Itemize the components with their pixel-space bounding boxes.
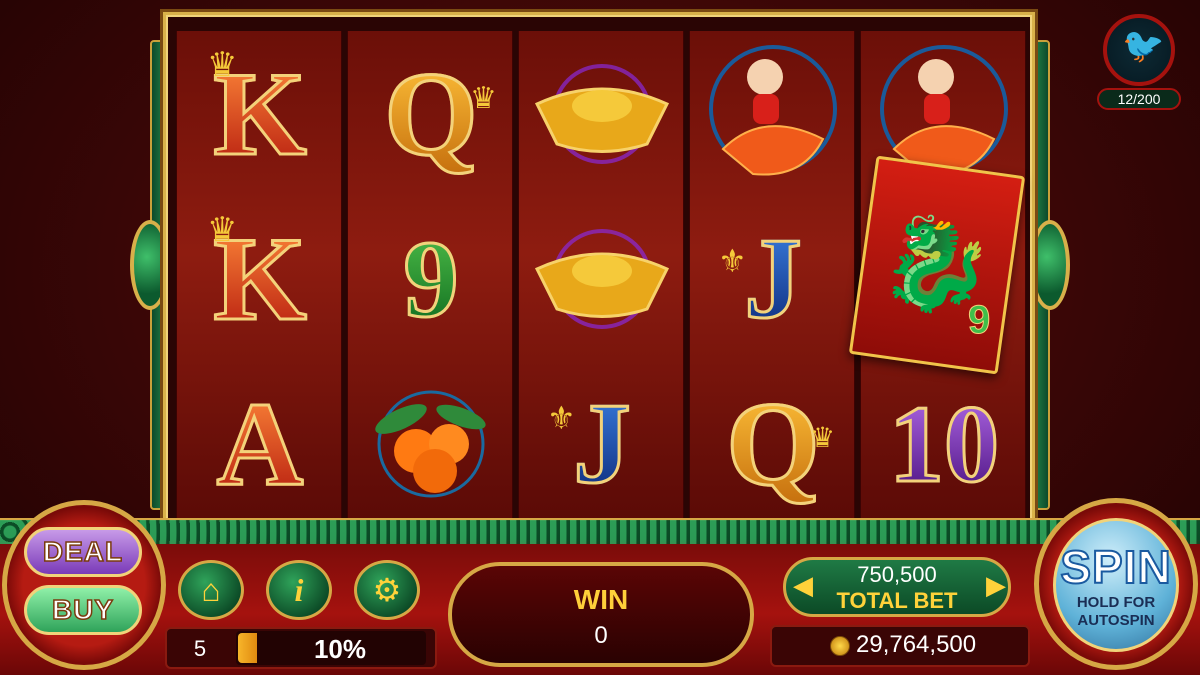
hummingbird-icon: 🐦 <box>1122 27 1165 65</box>
home-button[interactable]: ⌂ <box>178 560 244 620</box>
boy-on-koi-icon <box>709 44 837 176</box>
reel-2-symbol-3 <box>348 361 514 526</box>
reel-1-symbol-1: ♛ K <box>177 31 343 196</box>
jade-bead-border <box>0 520 1200 544</box>
reel-3-symbol-2 <box>519 196 685 361</box>
symbol-q: Q <box>725 376 821 510</box>
reel-1-symbol-3: A <box>177 361 343 526</box>
crown-icon: ♛ <box>207 211 238 249</box>
reel-4-symbol-1 <box>690 31 856 196</box>
symbol-9: 9 <box>402 217 460 340</box>
reel-1-symbol-2: ♛ K <box>177 196 343 361</box>
reel-2-symbol-1: Q ♛ <box>348 31 514 196</box>
buy-button-label: BUY <box>51 593 115 626</box>
reel-4-symbol-2: ⚜ J <box>690 196 856 361</box>
win-label: WIN <box>573 584 629 615</box>
symbol-j: J <box>572 380 632 507</box>
symbol-q: Q <box>383 46 479 180</box>
collection-count: 12/200 <box>1097 88 1181 110</box>
info-button[interactable]: i <box>266 560 332 620</box>
level-number: 5 <box>193 636 207 661</box>
crown-icon: ♛ <box>207 46 238 84</box>
bet-value: 750,500 <box>857 562 937 587</box>
crown-icon: ♛ <box>470 82 497 115</box>
total-bet-label: TOTAL BET <box>836 588 958 613</box>
reel-3-symbol-3: ⚜ J <box>519 361 685 526</box>
reel-3: ⚜ J <box>518 31 684 525</box>
dragon-envelope-card: 🐉 <box>848 155 1026 375</box>
symbol-a: A <box>215 376 305 510</box>
win-value: 0 <box>594 622 608 649</box>
reel-3-symbol-1 <box>519 31 685 196</box>
reel-4: ⚜ J Q ♛ <box>689 31 855 525</box>
reel-5-symbol-3: 10 <box>861 361 1027 526</box>
orange-icon <box>375 390 486 497</box>
increase-bet-icon[interactable]: ▶ <box>986 570 1006 601</box>
envelope-card-label: 9 <box>967 298 991 343</box>
crown-icon: ♛ <box>810 422 836 453</box>
settings-button[interactable]: ⚙ <box>354 560 420 620</box>
symbol-j: J <box>743 215 803 342</box>
level-percent: 10% <box>313 634 367 664</box>
level-progress-fill <box>238 633 257 663</box>
gold-ingot-icon <box>534 228 670 329</box>
coin-icon <box>830 636 850 656</box>
fleur-de-lis-icon: ⚜ <box>718 243 747 279</box>
gear-icon: ⚙ <box>372 572 402 608</box>
deal-button[interactable]: DEAL <box>24 527 142 577</box>
deal-button-label: DEAL <box>42 535 124 568</box>
buy-button[interactable]: BUY <box>24 585 142 635</box>
reel-2-symbol-2: 9 <box>348 196 514 361</box>
reel-1: ♛ K ♛ K A <box>176 31 342 525</box>
home-icon: ⌂ <box>201 571 221 608</box>
coin-balance: 29,764,500 <box>856 631 977 658</box>
fleur-de-lis-icon: ⚜ <box>547 400 576 436</box>
spin-label: SPIN <box>1059 540 1172 594</box>
info-icon: i <box>294 571 304 608</box>
reel-2: Q ♛ 9 <box>347 31 513 525</box>
right-jade-ornament <box>1030 220 1070 310</box>
reel-4-symbol-3: Q ♛ <box>690 361 856 526</box>
gold-ingot-icon <box>534 63 670 164</box>
autospin-hint: HOLD FOR AUTOSPIN <box>1076 594 1156 629</box>
symbol-10: 10 <box>888 382 1001 505</box>
